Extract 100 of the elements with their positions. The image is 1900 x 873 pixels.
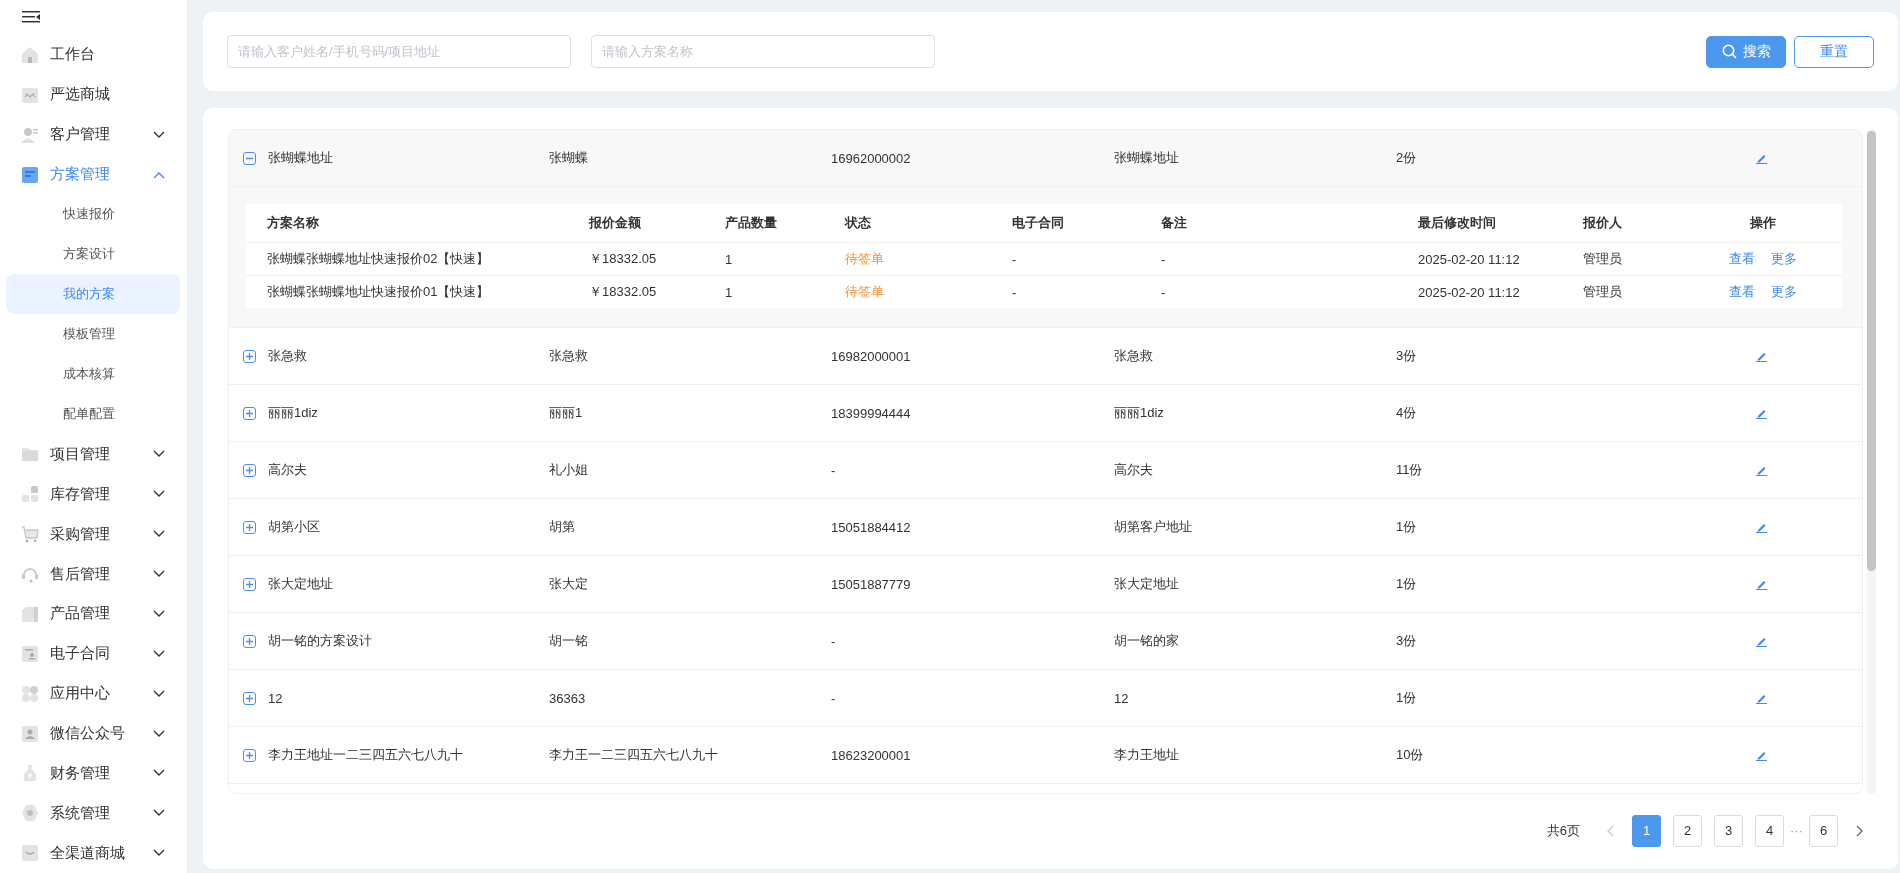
- table-cell-text: 18623200001: [831, 747, 912, 763]
- sidebar-item[interactable]: 电子合同: [0, 633, 187, 674]
- page-button[interactable]: 3: [1714, 814, 1743, 847]
- expand-button[interactable]: [243, 463, 256, 477]
- reset-button[interactable]: 重置: [1794, 35, 1874, 68]
- table-cell-text: 张蝴蝶地址: [1114, 149, 1180, 167]
- document-icon: [21, 165, 39, 184]
- pencil-icon[interactable]: [1756, 407, 1767, 419]
- sidebar-item[interactable]: 项目管理: [0, 434, 187, 475]
- plus-icon: [245, 750, 254, 760]
- sidebar-subitem[interactable]: 配单配置: [6, 394, 180, 435]
- table-cell-text: 胡第客户地址: [1114, 518, 1193, 536]
- expand-button[interactable]: [243, 634, 256, 648]
- collapse-button[interactable]: [243, 151, 256, 165]
- table-cell-text: 张蝴蝶张蝴蝶地址快速报价01【快速】: [267, 283, 491, 301]
- search-icon: [1721, 44, 1737, 59]
- expand-button[interactable]: [243, 748, 256, 762]
- column-header: 状态: [845, 214, 872, 232]
- plus-icon: [245, 351, 254, 361]
- table-cell-text: 李力王地址一二三四五六七八九十: [268, 746, 464, 764]
- table-cell-text: 礼小姐: [549, 461, 589, 479]
- expand-button[interactable]: [243, 349, 256, 363]
- scrollbar[interactable]: [1867, 129, 1876, 794]
- sidebar-item[interactable]: 严选商城: [0, 74, 187, 115]
- expand-button[interactable]: [243, 520, 256, 534]
- table-cell-text: 1: [725, 251, 734, 267]
- chevron-down-icon: [153, 130, 165, 139]
- table-cell-text: ￥18332.05: [589, 283, 658, 301]
- table-cell-text: 高尔夫: [1114, 461, 1154, 479]
- sidebar-item[interactable]: 工作台: [0, 34, 187, 75]
- sidebar-subitem[interactable]: 模板管理: [6, 314, 180, 355]
- pencil-icon[interactable]: [1756, 692, 1767, 704]
- action-link[interactable]: 更多: [1771, 250, 1797, 268]
- table-cell-text: 张急救: [268, 347, 308, 365]
- sidebar-item[interactable]: 系统管理: [0, 793, 187, 834]
- pencil-icon[interactable]: [1756, 521, 1767, 533]
- pencil-icon[interactable]: [1756, 350, 1767, 362]
- hexagon-icon: [21, 804, 39, 823]
- sidebar-subitem[interactable]: 方案设计: [6, 234, 180, 275]
- sidebar-subitem[interactable]: 成本核算: [6, 354, 180, 395]
- table-cell-text: 15051887779: [831, 576, 912, 592]
- column-header: 操作: [1749, 214, 1777, 232]
- sidebar-item[interactable]: 财务管理: [0, 753, 187, 794]
- grid-icon: [21, 684, 39, 703]
- table-cell-text: 张大定地址: [1114, 575, 1180, 593]
- table-cell-text: 3份: [1396, 347, 1418, 365]
- sidebar-item[interactable]: 全渠道商城: [0, 833, 187, 873]
- table-cell-text: 2025-02-20 11:12: [1418, 284, 1521, 300]
- table-cell-text: 胡一铭的方案设计: [268, 632, 373, 650]
- table-cell-text: 胡第小区: [268, 518, 321, 536]
- sidebar-item[interactable]: 库存管理: [0, 474, 187, 515]
- page-button[interactable]: 6: [1809, 814, 1838, 847]
- pencil-icon[interactable]: [1756, 152, 1767, 164]
- chevron-down-icon: [153, 609, 165, 618]
- plus-icon: [245, 408, 254, 418]
- search-field[interactable]: 请输入客户姓名/手机号码/项目地址: [227, 35, 571, 68]
- contract-icon: [21, 644, 39, 663]
- sidebar-item[interactable]: 微信公众号: [0, 713, 187, 754]
- pencil-icon[interactable]: [1756, 749, 1767, 761]
- table-cell-text: -: [1012, 251, 1018, 267]
- sidebar-item[interactable]: 售后管理: [0, 554, 187, 594]
- table-cell-text: 李力王地址: [1114, 746, 1180, 764]
- table-cell-text: 张大定: [549, 575, 589, 593]
- box-icon: [21, 604, 39, 623]
- table-cell-text: 管理员: [1583, 250, 1623, 268]
- cart-icon: [21, 525, 39, 544]
- table-cell-text: 4份: [1396, 404, 1418, 422]
- chevron-down-icon: [153, 809, 165, 818]
- pencil-icon[interactable]: [1756, 635, 1767, 647]
- page-total: 共6页: [1546, 821, 1580, 840]
- column-header: 产品数量: [725, 214, 778, 232]
- table-cell-text: 1份: [1396, 518, 1418, 536]
- table-cell-text: 张急救: [549, 347, 589, 365]
- table-cell-text: 1份: [1396, 575, 1418, 593]
- sidebar-item[interactable]: 应用中心: [0, 673, 187, 714]
- page-button[interactable]: 4: [1755, 814, 1784, 847]
- blocks-icon: [21, 485, 39, 504]
- sidebar-item[interactable]: 采购管理: [0, 514, 187, 555]
- expand-button[interactable]: [243, 691, 256, 705]
- chevron-right-icon[interactable]: [1856, 824, 1864, 837]
- table-cell-text: -: [1161, 251, 1167, 267]
- action-link[interactable]: 查看: [1729, 283, 1755, 301]
- pencil-icon[interactable]: [1756, 578, 1767, 590]
- expand-button[interactable]: [243, 406, 256, 420]
- pencil-icon[interactable]: [1756, 464, 1767, 476]
- status-text: 待签单: [845, 250, 885, 268]
- sidebar-subitem[interactable]: 快速报价: [6, 194, 180, 235]
- search-field[interactable]: 请输入方案名称: [591, 35, 935, 68]
- sidebar-item[interactable]: 方案管理: [0, 154, 187, 195]
- table-cell-text: -: [1161, 284, 1167, 300]
- table-cell-text: 11份: [1396, 461, 1424, 479]
- action-link[interactable]: 查看: [1729, 250, 1755, 268]
- expand-button[interactable]: [243, 577, 256, 591]
- sidebar-item[interactable]: 客户管理: [0, 114, 187, 155]
- action-link[interactable]: 更多: [1771, 283, 1797, 301]
- table-cell-text: 丽丽1diz: [1114, 404, 1165, 422]
- table-cell-text: 1份: [1396, 689, 1418, 707]
- headset-icon: [21, 565, 39, 583]
- sidebar-item[interactable]: 产品管理: [0, 593, 187, 634]
- page-button[interactable]: 2: [1673, 814, 1702, 847]
